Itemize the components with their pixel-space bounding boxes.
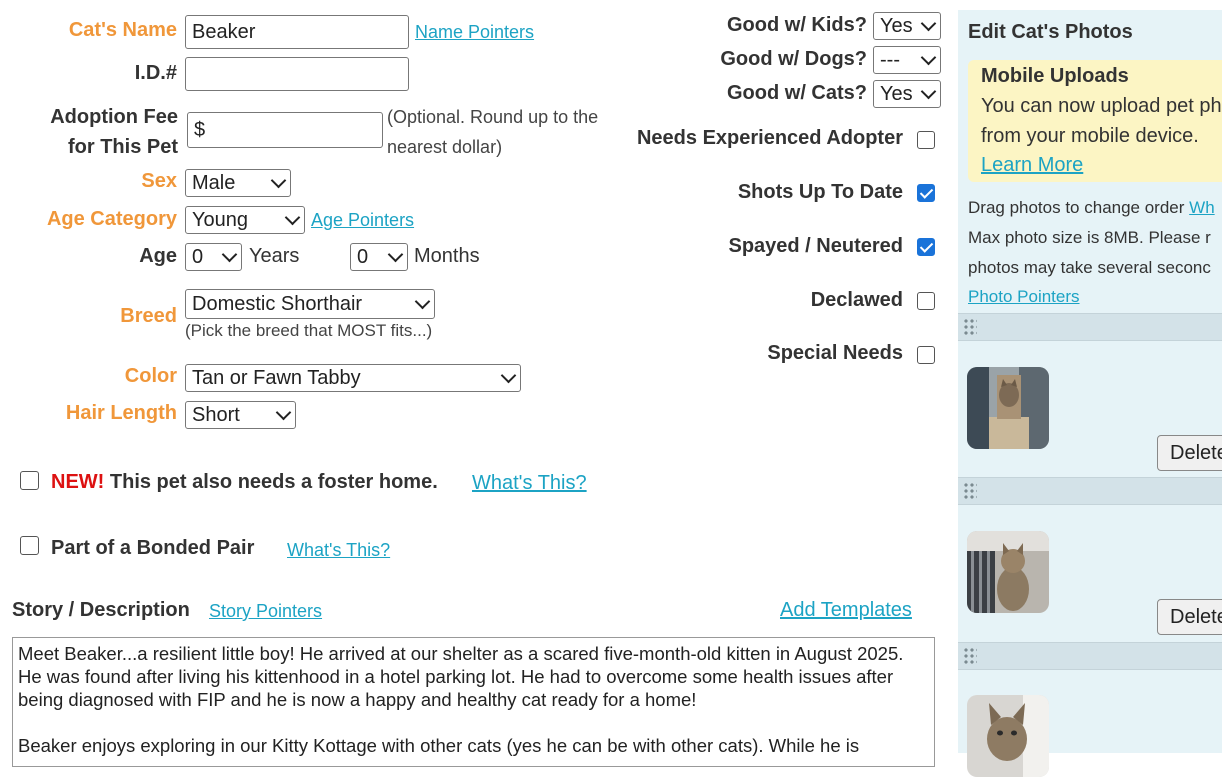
adoption-fee-note: (Optional. Round up to the nearest dolla…: [387, 107, 599, 157]
story-label: Story / Description: [12, 599, 190, 621]
cat-name-label: Cat's Name: [68, 19, 177, 41]
chevron-down-icon: [920, 49, 937, 66]
delete-photo-button[interactable]: Delete: [1157, 435, 1222, 471]
max-size-info: Max photo size is 8MB. Please r: [968, 228, 1211, 247]
learn-more-link[interactable]: Learn More: [981, 154, 1083, 177]
years-text: Years: [249, 245, 300, 267]
age-years-select[interactable]: 0: [185, 243, 242, 271]
mobile-uploads-line-1: You can now upload pet pho: [981, 95, 1222, 117]
adoption-fee-input[interactable]: $: [187, 112, 383, 148]
breed-hint: (Pick the breed that MOST fits...): [185, 321, 433, 340]
color-select[interactable]: Tan or Fawn Tabby: [185, 364, 521, 392]
chevron-down-icon: [221, 246, 238, 263]
good-with-kids-label: Good w/ Kids?: [727, 14, 867, 36]
photo-pointers-link[interactable]: Photo Pointers: [968, 287, 1080, 307]
upload-time-info: photos may take several seconc: [968, 258, 1211, 277]
chevron-down-icon: [275, 404, 292, 421]
age-pointers-link[interactable]: Age Pointers: [311, 210, 414, 231]
chevron-down-icon: [284, 209, 301, 226]
hair-length-select[interactable]: Short: [185, 401, 296, 429]
delete-photo-button[interactable]: Delete: [1157, 599, 1222, 635]
chevron-down-icon: [920, 15, 937, 32]
hair-length-label: Hair Length: [65, 402, 177, 424]
chevron-down-icon: [270, 172, 287, 189]
age-category-select[interactable]: Young: [185, 206, 305, 234]
good-with-kids-select[interactable]: Yes: [873, 12, 941, 40]
sex-select[interactable]: Male: [185, 169, 291, 197]
cat-name-input[interactable]: Beaker: [185, 15, 409, 49]
needs-experienced-checkbox[interactable]: [917, 131, 935, 149]
photo-drag-handle[interactable]: [958, 313, 1222, 341]
spayed-neutered-checkbox[interactable]: [917, 238, 935, 256]
declawed-label: Declawed: [810, 289, 903, 311]
sex-label: Sex: [141, 170, 177, 192]
adoption-fee-label: Adoption Fee for This Pet: [50, 106, 178, 158]
shots-up-to-date-checkbox[interactable]: [917, 184, 935, 202]
photo-thumbnail[interactable]: [967, 695, 1049, 777]
chevron-down-icon: [920, 83, 937, 100]
chevron-down-icon: [387, 246, 404, 263]
id-input[interactable]: [185, 57, 409, 91]
shots-up-to-date-label: Shots Up To Date: [737, 181, 903, 203]
photo-drag-handle[interactable]: [958, 642, 1222, 670]
breed-select[interactable]: Domestic Shorthair: [185, 289, 435, 319]
photo-thumbnail[interactable]: [967, 531, 1049, 613]
age-label: Age: [139, 245, 177, 267]
drag-info-link[interactable]: Wh: [1189, 198, 1215, 217]
foster-row: NEW! This pet also needs a foster home.: [51, 471, 438, 494]
drag-grip-icon: [963, 482, 977, 500]
bonded-pair-label: Part of a Bonded Pair: [51, 537, 255, 559]
foster-text: This pet also needs a foster home.: [109, 471, 438, 493]
spayed-neutered-label: Spayed / Neutered: [728, 235, 903, 257]
good-with-dogs-label: Good w/ Dogs?: [720, 48, 867, 70]
bonded-whats-this-link[interactable]: What's This?: [287, 540, 390, 561]
foster-whats-this-link[interactable]: What's This?: [472, 472, 587, 495]
photo-drag-handle[interactable]: [958, 477, 1222, 505]
add-templates-link[interactable]: Add Templates: [780, 599, 912, 622]
chevron-down-icon: [414, 293, 431, 310]
new-badge: NEW!: [51, 471, 105, 493]
story-textarea[interactable]: Meet Beaker...a resilient little boy! He…: [12, 637, 935, 767]
age-months-select[interactable]: 0: [350, 243, 408, 271]
mobile-uploads-line-2: from your mobile device.: [981, 125, 1199, 147]
good-with-dogs-select[interactable]: ---: [873, 46, 941, 74]
id-label: I.D.#: [134, 62, 177, 84]
declawed-checkbox[interactable]: [917, 292, 935, 310]
chevron-down-icon: [500, 367, 517, 384]
special-needs-checkbox[interactable]: [917, 346, 935, 364]
story-pointers-link[interactable]: Story Pointers: [209, 601, 322, 622]
foster-checkbox[interactable]: [20, 471, 39, 490]
drag-grip-icon: [963, 647, 977, 665]
good-with-cats-label: Good w/ Cats?: [727, 82, 867, 104]
dollar-prefix: $: [194, 118, 206, 141]
good-with-cats-select[interactable]: Yes: [873, 80, 941, 108]
color-label: Color: [124, 365, 177, 387]
mobile-uploads-title: Mobile Uploads: [981, 65, 1129, 87]
needs-experienced-label: Needs Experienced Adopter: [636, 127, 903, 149]
name-pointers-link[interactable]: Name Pointers: [415, 22, 534, 43]
age-category-label: Age Category: [46, 208, 177, 230]
special-needs-label: Special Needs: [767, 342, 903, 364]
breed-label: Breed: [120, 305, 177, 327]
drag-grip-icon: [963, 318, 977, 336]
months-text: Months: [414, 245, 480, 267]
photos-panel-title: Edit Cat's Photos: [968, 21, 1133, 43]
drag-info: Drag photos to change order Wh: [968, 198, 1215, 217]
bonded-pair-checkbox[interactable]: [20, 536, 39, 555]
photo-thumbnail[interactable]: [967, 367, 1049, 449]
